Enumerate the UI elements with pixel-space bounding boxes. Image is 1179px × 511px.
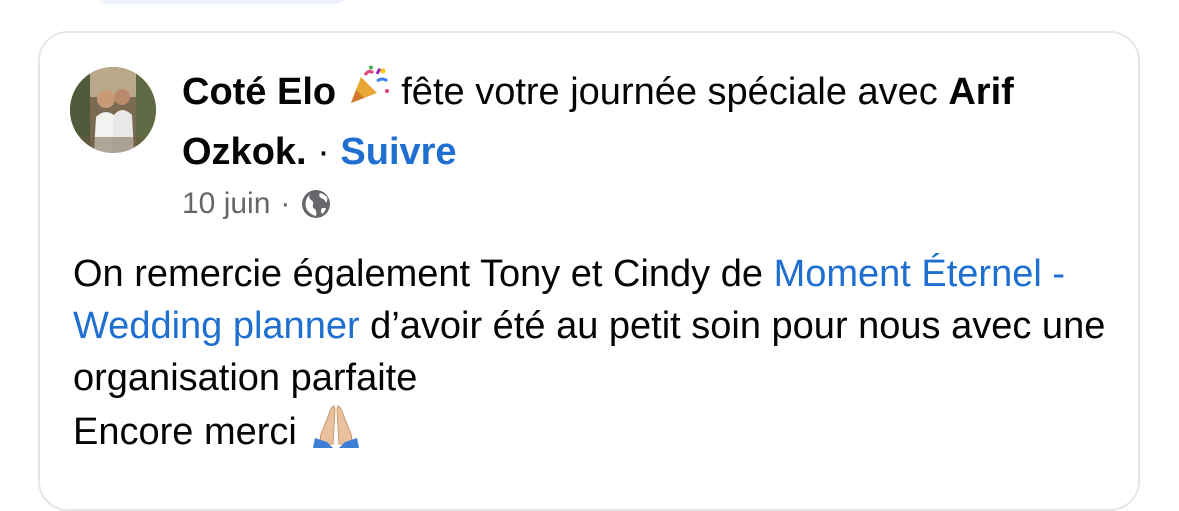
previous-card-edge — [100, 0, 345, 4]
post-body-text-3: Encore merci — [73, 411, 308, 454]
meta-separator: · — [280, 187, 291, 220]
folded-hands-icon — [307, 404, 365, 464]
post-meta: 10 juin · — [182, 184, 332, 224]
globe-icon[interactable] — [300, 188, 332, 220]
follow-separator: · — [317, 131, 341, 174]
post-action-text: fête votre journée spéciale avec — [401, 71, 949, 113]
post-body: On remercie également Tony et Cindy de M… — [73, 248, 1143, 464]
follow-button[interactable]: Suivre — [340, 131, 456, 173]
author-avatar[interactable] — [70, 67, 156, 153]
post-date[interactable]: 10 juin — [182, 184, 270, 224]
author-name[interactable]: Coté Elo — [182, 71, 336, 113]
party-popper-icon — [347, 64, 391, 123]
post-header: Coté Elo fête votre journée spéciale ave… — [182, 63, 1112, 182]
post-body-text-1: On remercie également Tony et Cindy de — [73, 253, 774, 295]
